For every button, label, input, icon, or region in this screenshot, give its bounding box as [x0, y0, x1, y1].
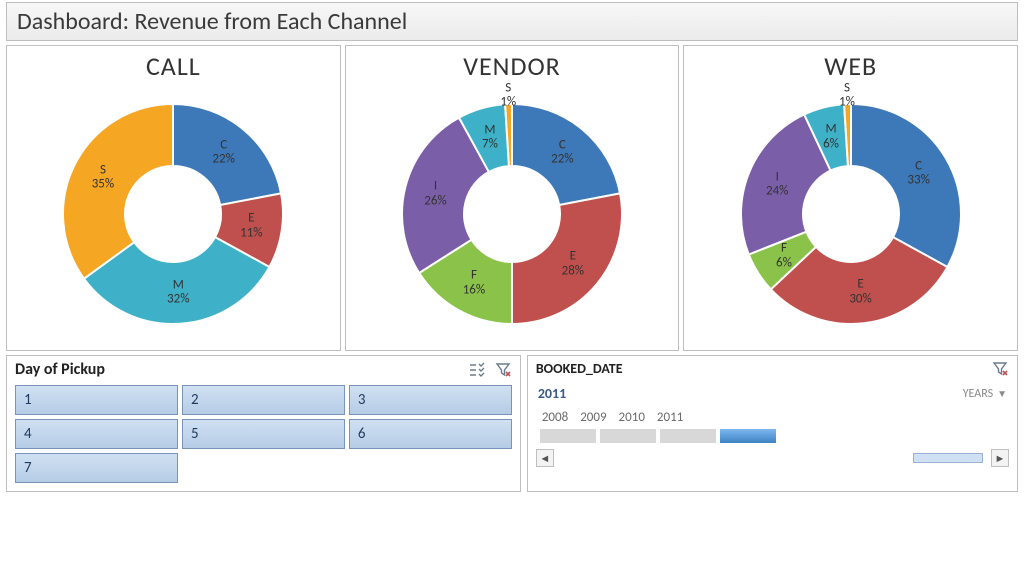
slicer-item[interactable]: 5	[182, 419, 345, 449]
chart-card[interactable]: WEBC33%E30%F6%I24%M6%S1%	[683, 45, 1018, 351]
donut-chart: C33%E30%F6%I24%M6%S1%	[721, 84, 981, 344]
timeline-year-label: 2009	[580, 410, 606, 425]
slicer-grid: 123 456 7	[15, 385, 512, 483]
timeline-subheader: 2011 YEARS ▼	[538, 385, 1007, 402]
chart-title: WEB	[824, 50, 877, 82]
charts-row: CALLC22%E11%M32%S35%VENDORC22%E28%F16%I2…	[0, 45, 1024, 351]
slicer-header: Day of Pickup	[15, 360, 512, 379]
timeline-year-cell[interactable]	[600, 429, 656, 443]
dashboard-title: Dashboard: Revenue from Each Channel	[6, 2, 1018, 41]
donut-chart: C22%E11%M32%S35%	[43, 84, 303, 344]
timeline-year-label: 2010	[619, 410, 645, 425]
timeline-period-button[interactable]: YEARS ▼	[963, 387, 1007, 401]
slicer-toolbar	[468, 361, 512, 379]
donut-chart: C22%E28%F16%I26%M7%S1%	[382, 84, 642, 344]
slicer-item[interactable]: 2	[182, 385, 345, 415]
clear-filter-icon[interactable]	[494, 361, 512, 379]
scrollbar-track[interactable]	[558, 452, 987, 464]
slicer-day-of-pickup[interactable]: Day of Pickup 123 456 7	[6, 355, 521, 492]
timeline-booked-date[interactable]: BOOKED_DATE 2011 YEARS ▼ 2008 2009 2010 201…	[527, 355, 1018, 492]
timeline-year-label: 2011	[657, 410, 683, 425]
timeline-track[interactable]	[540, 429, 1005, 443]
dashboard-title-text: Dashboard: Revenue from Each Channel	[17, 7, 407, 36]
slicer-title: Day of Pickup	[15, 360, 105, 379]
timeline-period-label: YEARS	[963, 387, 993, 401]
multiselect-icon[interactable]	[468, 361, 486, 379]
scroll-left-arrow[interactable]: ◄	[536, 449, 554, 467]
donut-slice[interactable]	[851, 104, 961, 267]
slicer-item[interactable]: 1	[15, 385, 178, 415]
timeline-year-cell[interactable]	[540, 429, 596, 443]
timeline-scrollbar[interactable]: ◄ ►	[536, 449, 1009, 467]
donut-slice[interactable]	[173, 104, 281, 205]
timeline-year-labels: 2008 2009 2010 2011	[542, 410, 1009, 425]
timeline-year-cell[interactable]	[720, 429, 776, 443]
slicer-item[interactable]: 7	[15, 453, 178, 483]
timeline-year-label: 2008	[542, 410, 568, 425]
chart-card[interactable]: VENDORC22%E28%F16%I26%M7%S1%	[345, 45, 680, 351]
slicer-item[interactable]: 4	[15, 419, 178, 449]
scrollbar-thumb[interactable]	[913, 453, 983, 463]
chevron-down-icon: ▼	[997, 387, 1007, 400]
donut-slice[interactable]	[512, 104, 620, 205]
chart-title: CALL	[146, 50, 201, 82]
timeline-selected-label: 2011	[538, 385, 566, 402]
controls-row: Day of Pickup 123 456 7 BOOKED_DATE 2011 Y…	[0, 351, 1024, 492]
clear-filter-icon[interactable]	[991, 360, 1009, 378]
chart-card[interactable]: CALLC22%E11%M32%S35%	[6, 45, 341, 351]
scroll-right-arrow[interactable]: ►	[991, 449, 1009, 467]
slicer-item[interactable]: 3	[349, 385, 512, 415]
timeline-year-cell[interactable]	[660, 429, 716, 443]
donut-slice[interactable]	[512, 193, 622, 324]
chart-title: VENDOR	[463, 50, 561, 82]
donut-slice[interactable]	[63, 104, 173, 279]
slicer-item[interactable]: 6	[349, 419, 512, 449]
timeline-title: BOOKED_DATE	[536, 360, 1009, 377]
